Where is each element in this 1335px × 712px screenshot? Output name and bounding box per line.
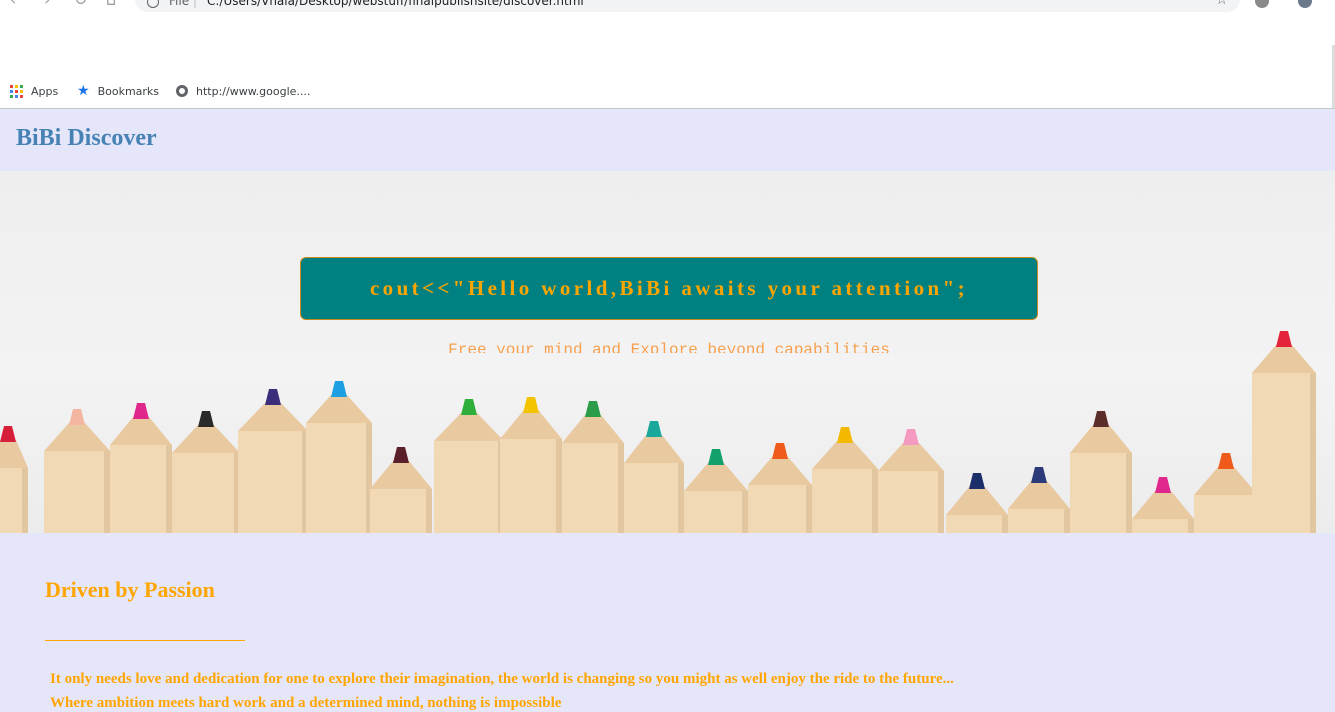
extension-icon[interactable] xyxy=(1255,0,1269,8)
reload-icon[interactable]: ↻ xyxy=(74,0,87,8)
apps-grid-icon xyxy=(10,84,23,98)
pencil xyxy=(1132,477,1194,533)
bookmark-bookmarks[interactable]: ★ Bookmarks xyxy=(77,82,159,100)
hero-subtitle: Free your mind and Explore beyond capabi… xyxy=(448,341,890,353)
star-icon: ★ xyxy=(77,83,90,99)
hero-headline: cout<<"Hello world,BiBi awaits your atte… xyxy=(369,276,969,300)
pencil xyxy=(812,427,878,533)
bookmark-label: http://www.google.... xyxy=(196,84,311,98)
pencil xyxy=(684,449,748,533)
pencil xyxy=(172,411,240,533)
pencil xyxy=(306,381,372,533)
pencil xyxy=(0,426,28,533)
pencil xyxy=(1008,467,1070,533)
pencil xyxy=(1070,411,1132,533)
site-brand[interactable]: BiBi Discover xyxy=(16,125,157,152)
bookmark-label: Bookmarks xyxy=(97,84,160,98)
bookmark-label: Apps xyxy=(31,84,59,98)
hero-banner: cout<<"Hello world,BiBi awaits your atte… xyxy=(0,171,1335,533)
pencil xyxy=(946,473,1008,533)
url-separator: | xyxy=(193,0,198,8)
pencil xyxy=(878,429,944,533)
site-header: BiBi Discover xyxy=(0,109,1335,171)
pencil xyxy=(434,399,504,533)
section-heading: Driven by Passion xyxy=(45,577,215,602)
bookmark-star-icon[interactable]: ☆ xyxy=(1215,0,1228,8)
back-icon[interactable]: ‹ xyxy=(10,0,16,8)
pencil xyxy=(1252,331,1316,533)
address-bar[interactable]: File | C:/Users/Vhala/Desktop/webstuff/f… xyxy=(135,0,1240,12)
url-scheme: File xyxy=(169,0,190,8)
pencil xyxy=(748,443,812,533)
pencil xyxy=(44,409,110,533)
info-icon[interactable] xyxy=(147,0,159,8)
passion-section: Driven by Passion It only needs love and… xyxy=(0,533,1335,711)
pencil xyxy=(624,421,684,533)
bookmark-apps[interactable]: Apps xyxy=(10,82,58,100)
profile-avatar[interactable] xyxy=(1298,0,1312,8)
browser-toolbar: ‹ › ↻ ⌂ File | C:/Users/Vhala/Desktop/we… xyxy=(0,0,1335,14)
hero-headline-box: cout<<"Hello world,BiBi awaits your atte… xyxy=(300,257,1038,320)
pencil xyxy=(1194,453,1258,533)
bookmark-google[interactable]: http://www.google.... xyxy=(176,82,310,100)
globe-icon xyxy=(176,85,188,97)
home-icon[interactable]: ⌂ xyxy=(106,0,116,8)
pencil xyxy=(370,447,432,533)
pencil xyxy=(238,389,308,533)
section-paragraph-1: It only needs love and dedication for on… xyxy=(50,671,954,687)
forward-icon[interactable]: › xyxy=(44,0,50,8)
pencil xyxy=(110,403,172,533)
bookmarks-bar: Apps ★ Bookmarks http://www.google.... xyxy=(0,82,600,100)
section-divider xyxy=(45,640,245,641)
pencil xyxy=(500,397,562,533)
browser-chrome: ‹ › ↻ ⌂ File | C:/Users/Vhala/Desktop/we… xyxy=(0,0,1335,109)
pencil xyxy=(562,401,624,533)
url-text[interactable]: C:/Users/Vhala/Desktop/webstuff/finalpub… xyxy=(207,0,584,8)
